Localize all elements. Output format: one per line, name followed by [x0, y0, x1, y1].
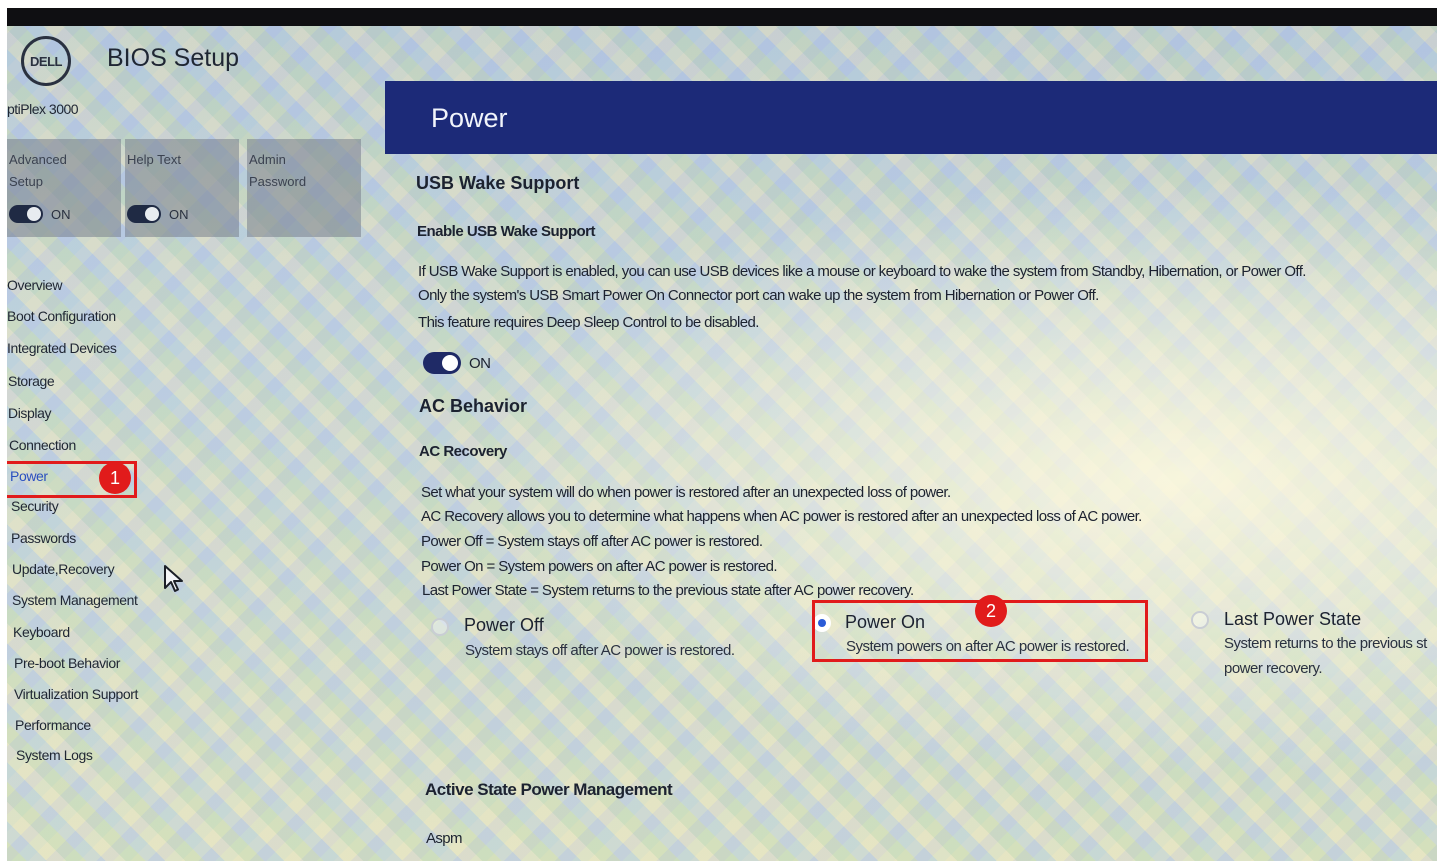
section-heading-aspm: Active State Power Management: [425, 780, 673, 799]
tile-label: Setup: [9, 174, 43, 189]
monitor-bezel: [7, 8, 1437, 26]
tile-admin-password[interactable]: Admin Password: [247, 139, 361, 237]
usb-wake-toggle[interactable]: [423, 352, 461, 374]
advanced-setup-toggle[interactable]: ON: [9, 205, 71, 223]
radio-last-power-state[interactable]: [1191, 611, 1209, 629]
setting-description: Power Off = System stays off after AC po…: [421, 533, 763, 550]
setting-title-aspm: Aspm: [426, 830, 463, 847]
system-model: ptiPlex 3000: [7, 101, 79, 117]
annotation-badge-1: 1: [99, 462, 131, 494]
setting-title-usb-wake: Enable USB Wake Support: [417, 223, 595, 240]
option-title-power-off[interactable]: Power Off: [464, 615, 544, 636]
sidebar-item-overview[interactable]: Overview: [7, 277, 63, 293]
sidebar-item-storage[interactable]: Storage: [8, 373, 55, 389]
option-desc-power-off: System stays off after AC power is resto…: [465, 642, 735, 659]
sidebar-item-performance[interactable]: Performance: [15, 717, 91, 733]
setting-description: If USB Wake Support is enabled, you can …: [418, 263, 1306, 280]
bios-screen: DELL BIOS Setup ptiPlex 3000 Advanced Se…: [7, 8, 1437, 861]
main-panel: Power USB Wake Support Enable USB Wake S…: [385, 81, 1437, 861]
setting-description: AC Recovery allows you to determine what…: [421, 508, 1142, 525]
sidebar-item-virtualization-support[interactable]: Virtualization Support: [14, 686, 138, 702]
option-desc-last-power-state: System returns to the previous st: [1224, 635, 1427, 652]
sidebar-item-system-logs[interactable]: System Logs: [16, 747, 93, 763]
setting-description: Power On = System powers on after AC pow…: [421, 558, 778, 575]
tile-help-text[interactable]: Help Text ON: [125, 139, 239, 237]
sidebar-item-passwords[interactable]: Passwords: [11, 530, 76, 546]
tile-label: Help Text: [127, 152, 181, 167]
usb-wake-toggle-label: ON: [469, 355, 491, 372]
setting-description: Set what your system will do when power …: [421, 484, 951, 501]
toggle-switch-icon: [9, 205, 43, 223]
sidebar-item-keyboard[interactable]: Keyboard: [13, 624, 70, 640]
setting-description: Last Power State = System returns to the…: [422, 582, 914, 599]
mouse-pointer-icon: [164, 565, 183, 592]
tile-label: Password: [249, 174, 307, 189]
section-heading-ac-behavior: AC Behavior: [419, 396, 528, 416]
sidebar-item-display[interactable]: Display: [8, 405, 52, 421]
toggle-label: ON: [169, 206, 189, 222]
app-title: BIOS Setup: [107, 44, 240, 72]
sidebar-item-connection[interactable]: Connection: [9, 437, 76, 453]
tile-label: Advanced: [9, 152, 67, 167]
option-desc-last-power-state: power recovery.: [1224, 660, 1323, 677]
toggle-label: ON: [51, 206, 71, 222]
option-title-last-power-state[interactable]: Last Power State: [1224, 609, 1361, 630]
page-title: Power: [431, 103, 508, 133]
sidebar-item-security[interactable]: Security: [11, 498, 59, 514]
setting-description: Only the system's USB Smart Power On Con…: [418, 287, 1099, 304]
sidebar-item-system-management[interactable]: System Management: [12, 592, 138, 608]
radio-power-off[interactable]: [431, 618, 449, 636]
tile-advanced-setup[interactable]: Advanced Setup ON: [7, 139, 121, 237]
sidebar-item-preboot-behavior[interactable]: Pre-boot Behavior: [14, 655, 120, 671]
annotation-badge-2: 2: [975, 595, 1007, 627]
tile-label: Admin: [249, 152, 286, 167]
page-title-bar: Power: [385, 81, 1437, 154]
setting-description: This feature requires Deep Sleep Control…: [418, 314, 759, 331]
section-heading-usb-wake: USB Wake Support: [416, 173, 580, 193]
sidebar-item-integrated-devices[interactable]: Integrated Devices: [7, 340, 117, 356]
dell-logo-icon: DELL: [21, 36, 71, 86]
toggle-switch-icon: [127, 205, 161, 223]
help-text-toggle[interactable]: ON: [127, 205, 189, 223]
setting-title-ac-recovery: AC Recovery: [419, 443, 507, 460]
sidebar-item-update-recovery[interactable]: Update,Recovery: [12, 561, 115, 577]
sidebar-item-boot-configuration[interactable]: Boot Configuration: [7, 308, 116, 324]
